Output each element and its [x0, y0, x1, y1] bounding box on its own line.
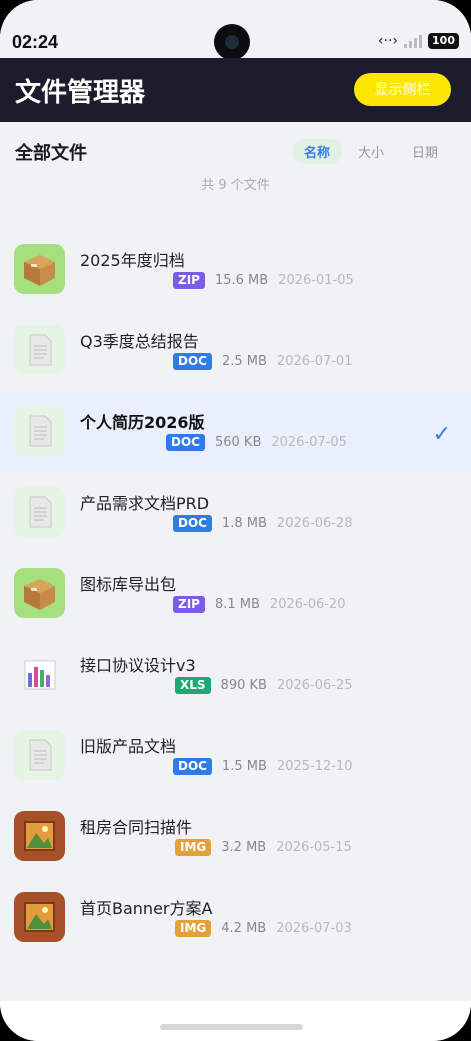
file-date: 2025-12-10 [276, 759, 353, 774]
file-list: 2025年度归档 ZIP 15.6 MB 2026-01-05 Q3季度总结报告 DOC 2… [0, 230, 471, 959]
sync-icon: ‹··› [377, 33, 399, 49]
file-row[interactable]: 接口协议设计v3 XLS 890 KB 2026-06-25 [0, 635, 471, 716]
file-name: 2025年度归档 [80, 251, 185, 270]
file-size: 8.1 MB [214, 597, 260, 612]
bottom-bar [0, 1001, 471, 1041]
file-row[interactable]: 图标库导出包 ZIP 8.1 MB 2026-06-20 [0, 554, 471, 635]
file-name: 旧版产品文档 [80, 737, 177, 756]
file-size: 560 KB [214, 435, 262, 450]
file-size: 3.2 MB [221, 840, 267, 855]
doc-file-icon [14, 406, 65, 456]
front-camera [214, 24, 250, 60]
file-type-badge: DOC [173, 758, 212, 775]
file-type-badge: ZIP [173, 272, 205, 289]
file-name: 首页Banner方案A [80, 899, 213, 918]
file-row[interactable]: 首页Banner方案A IMG 4.2 MB 2026-07-03 [0, 878, 471, 959]
phone-screen: 02:24 ‹··› 100 文件管理器 显示侧栏 全部文件 名称 大小 日期 … [0, 0, 471, 1041]
file-row[interactable]: 2025年度归档 ZIP 15.6 MB 2026-01-05 [0, 230, 471, 311]
file-date: 2026-06-25 [276, 678, 353, 693]
file-meta: IMG 3.2 MB 2026-05-15 [175, 839, 352, 856]
home-indicator[interactable] [160, 1024, 303, 1030]
file-meta: IMG 4.2 MB 2026-07-03 [175, 920, 352, 937]
file-count: 共 9 个文件 [201, 178, 270, 193]
file-size: 4.2 MB [221, 921, 267, 936]
app-header: 文件管理器 显示侧栏 [0, 58, 471, 122]
file-type-badge: ZIP [173, 596, 205, 613]
file-size: 15.6 MB [214, 273, 269, 288]
file-name: Q3季度总结报告 [80, 332, 199, 351]
file-name: 租房合同扫描件 [80, 818, 193, 837]
battery-icon: 100 [428, 33, 459, 49]
file-name: 产品需求文档PRD [80, 494, 210, 513]
file-size: 2.5 MB [221, 354, 267, 369]
file-meta: XLS 890 KB 2026-06-25 [175, 677, 353, 694]
file-size: 1.5 MB [221, 759, 267, 774]
file-date: 2026-06-20 [269, 597, 346, 612]
status-bar: 02:24 ‹··› 100 [0, 0, 471, 60]
app-title: 文件管理器 [15, 78, 146, 108]
sort-tabs: 名称 大小 日期 [291, 139, 450, 164]
section-title: 全部文件 [15, 143, 87, 164]
file-meta: DOC 1.8 MB 2026-06-28 [173, 515, 352, 532]
file-row[interactable]: 租房合同扫描件 IMG 3.2 MB 2026-05-15 [0, 797, 471, 878]
xls-file-icon [14, 649, 65, 699]
file-meta: DOC 2.5 MB 2026-07-01 [173, 353, 352, 370]
list-toolbar: 全部文件 名称 大小 日期 共 9 个文件 [0, 122, 471, 202]
zip-file-icon [14, 244, 65, 294]
file-meta: ZIP 8.1 MB 2026-06-20 [173, 596, 345, 613]
signal-icon [404, 34, 423, 48]
file-type-badge: DOC [173, 515, 212, 532]
system-icons: ‹··› 100 [378, 33, 459, 49]
file-meta: DOC 1.5 MB 2025-12-10 [173, 758, 352, 775]
show-sidebar-button[interactable]: 显示侧栏 [354, 73, 451, 106]
file-row[interactable]: 产品需求文档PRD DOC 1.8 MB 2026-06-28 [0, 473, 471, 554]
doc-file-icon [14, 487, 65, 537]
file-row[interactable]: 个人简历2026版 DOC 560 KB 2026-07-05 ✓ [0, 392, 471, 473]
file-size: 1.8 MB [221, 516, 267, 531]
file-type-badge: IMG [175, 839, 212, 856]
file-type-badge: DOC [166, 434, 205, 451]
file-date: 2026-06-28 [276, 516, 353, 531]
file-date: 2026-07-05 [271, 435, 347, 450]
doc-file-icon [14, 325, 65, 375]
file-name: 图标库导出包 [80, 575, 177, 594]
file-type-badge: XLS [175, 677, 211, 694]
file-name: 接口协议设计v3 [80, 656, 196, 675]
file-date: 2026-07-01 [276, 354, 353, 369]
img-file-icon [14, 811, 65, 861]
status-time: 02:24 [12, 32, 59, 52]
img-file-icon [14, 892, 65, 942]
file-row[interactable]: 旧版产品文档 DOC 1.5 MB 2025-12-10 [0, 716, 471, 797]
file-size: 890 KB [220, 678, 267, 693]
sort-by-size-tab[interactable]: 大小 [346, 139, 396, 164]
zip-file-icon [14, 568, 65, 618]
file-meta: DOC 560 KB 2026-07-05 [166, 434, 347, 451]
sort-by-date-tab[interactable]: 日期 [400, 139, 450, 164]
file-date: 2026-05-15 [276, 840, 352, 855]
sort-by-name-tab[interactable]: 名称 [291, 139, 342, 164]
file-meta: ZIP 15.6 MB 2026-01-05 [173, 272, 354, 289]
selected-check-icon: ✓ [432, 422, 451, 447]
file-name: 个人简历2026版 [80, 413, 205, 432]
file-row[interactable]: Q3季度总结报告 DOC 2.5 MB 2026-07-01 [0, 311, 471, 392]
file-type-badge: IMG [175, 920, 212, 937]
doc-file-icon [14, 730, 65, 780]
file-date: 2026-07-03 [276, 921, 352, 936]
file-type-badge: DOC [173, 353, 212, 370]
file-date: 2026-01-05 [278, 273, 354, 288]
